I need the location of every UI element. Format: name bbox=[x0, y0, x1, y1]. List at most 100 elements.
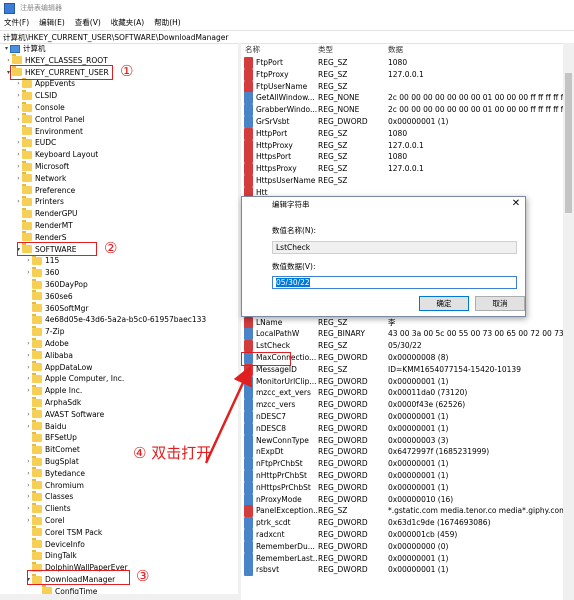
value-row[interactable]: MonitorUrlClip... REG_DWORD 0x00000001 (1) bbox=[241, 375, 563, 388]
address-path[interactable]: 计算机\HKEY_CURRENT_USER\SOFTWARE\DownloadM… bbox=[3, 32, 228, 43]
tree-node[interactable]: 360SoftMgr bbox=[25, 302, 88, 314]
value-row[interactable]: RememberLast... REG_DWORD 0x00000001 (1) bbox=[241, 552, 563, 565]
value-row[interactable]: GrSrVsbt REG_DWORD 0x00000001 (1) bbox=[241, 116, 563, 128]
tree-node[interactable]: 360se6 bbox=[25, 290, 73, 302]
menu-favorites[interactable]: 收藏夹(A) bbox=[111, 17, 144, 28]
tree-node[interactable]: › Alibaba bbox=[25, 349, 73, 361]
menu-edit[interactable]: 编辑(E) bbox=[39, 17, 65, 28]
tree-node[interactable]: › CLSID bbox=[15, 89, 57, 101]
chevron-right-icon[interactable]: › bbox=[15, 92, 22, 99]
value-row[interactable]: ptrk_scdt REG_DWORD 0x63d1c9de (1674693086… bbox=[241, 517, 563, 530]
tree-node[interactable]: › Chromium bbox=[25, 479, 84, 491]
tree-node[interactable]: › EUDC bbox=[15, 136, 56, 148]
column-header-name[interactable]: 名称 bbox=[245, 43, 260, 56]
tree-node[interactable]: BFSetUp bbox=[25, 431, 77, 443]
value-row[interactable]: HttpsProxy REG_SZ 127.0.0.1 bbox=[241, 163, 563, 176]
tree-node[interactable]: 7-Zip bbox=[25, 325, 64, 337]
value-row[interactable]: nDESC7 REG_DWORD 0x00000001 (1) bbox=[241, 411, 563, 423]
tree-node[interactable]: › AppDataLow bbox=[25, 361, 92, 373]
tree-node[interactable]: › Clients bbox=[25, 502, 71, 514]
value-name-field[interactable]: LstCheck bbox=[272, 241, 517, 254]
cancel-button[interactable]: 取消 bbox=[475, 296, 525, 311]
value-row[interactable]: PanelException... REG_SZ *.gstatic.com med… bbox=[241, 505, 563, 518]
value-row[interactable]: LocalPathW REG_BINARY 43 00 3a 00 5c 00 55… bbox=[241, 328, 563, 341]
value-row[interactable]: rsbsvt REG_DWORD 0x00000001 (1) bbox=[241, 564, 563, 577]
tree-node[interactable]: › Corel bbox=[25, 514, 64, 526]
tree-scrollbar[interactable] bbox=[0, 594, 238, 600]
value-row[interactable]: nDESC8 REG_DWORD 0x00000001 (1) bbox=[241, 422, 563, 435]
tree-node[interactable]: › Console bbox=[15, 101, 65, 113]
tree-node[interactable]: 360DayPop bbox=[25, 278, 88, 290]
value-row[interactable]: GetAllWindow... REG_NONE 2c 00 00 00 00 00… bbox=[241, 92, 563, 105]
chevron-right-icon[interactable]: › bbox=[25, 387, 32, 394]
value-row[interactable]: nExpDt REG_DWORD 0x6472997f (1685231999) bbox=[241, 446, 563, 459]
chevron-down-icon[interactable]: ▾ bbox=[3, 45, 10, 52]
scrollbar-thumb[interactable] bbox=[565, 73, 572, 213]
value-row[interactable]: LName REG_SZ 李 bbox=[241, 316, 563, 329]
tree-node[interactable]: › AppEvents bbox=[15, 77, 75, 89]
tree-node[interactable]: ArphaSdk bbox=[25, 396, 81, 408]
tree-node[interactable]: › 115 bbox=[25, 254, 59, 266]
tree-node[interactable]: DeviceInfo bbox=[25, 538, 85, 550]
tree-node[interactable]: › Keyboard Layout bbox=[15, 148, 98, 160]
chevron-right-icon[interactable]: › bbox=[15, 80, 22, 87]
tree-node[interactable]: Preference bbox=[15, 184, 75, 196]
value-row[interactable]: GrabberWindo... REG_NONE 2c 00 00 00 00 00… bbox=[241, 104, 563, 117]
column-header-data[interactable]: 数据 bbox=[388, 43, 403, 56]
tree-node[interactable]: › Classes bbox=[25, 490, 73, 502]
chevron-right-icon[interactable]: › bbox=[25, 257, 32, 264]
value-row[interactable]: HttpsUserName REG_SZ bbox=[241, 175, 563, 187]
chevron-right-icon[interactable]: › bbox=[5, 57, 12, 64]
value-row[interactable]: mzcc_ext_vers REG_DWORD 0x00011da0 (73120) bbox=[241, 387, 563, 400]
chevron-right-icon[interactable]: › bbox=[15, 139, 22, 146]
tree-node[interactable]: RenderMT bbox=[15, 219, 73, 231]
value-row[interactable]: HttpProxy REG_SZ 127.0.0.1 bbox=[241, 139, 563, 152]
chevron-right-icon[interactable]: › bbox=[25, 470, 32, 477]
address-bar[interactable]: 计算机\HKEY_CURRENT_USER\SOFTWARE\DownloadM… bbox=[0, 30, 574, 44]
tree-node[interactable]: › Control Panel bbox=[15, 113, 85, 125]
chevron-right-icon[interactable]: › bbox=[15, 151, 22, 158]
value-row[interactable]: nHttpsPrChbSt REG_DWORD 0x00000001 (1) bbox=[241, 481, 563, 494]
tree-node[interactable]: BitComet bbox=[25, 443, 80, 455]
chevron-right-icon[interactable]: › bbox=[15, 198, 22, 205]
value-row[interactable]: HttpsPort REG_SZ 1080 bbox=[241, 151, 563, 164]
value-row[interactable]: radxcnt REG_DWORD 0x000001cb (459) bbox=[241, 529, 563, 541]
column-header-type[interactable]: 类型 bbox=[318, 43, 333, 56]
chevron-right-icon[interactable]: › bbox=[25, 364, 32, 371]
tree-node[interactable]: Corel TSM Pack bbox=[25, 526, 102, 538]
tree-node[interactable]: › Apple Inc. bbox=[25, 384, 82, 396]
close-icon[interactable]: ✕ bbox=[510, 198, 522, 210]
chevron-right-icon[interactable]: › bbox=[15, 175, 22, 182]
value-row[interactable]: nFtpPrChbSt REG_DWORD 0x00000001 (1) bbox=[241, 458, 563, 471]
chevron-right-icon[interactable]: › bbox=[25, 269, 32, 276]
tree-node[interactable]: ▾ 计算机 bbox=[3, 43, 46, 54]
menu-help[interactable]: 帮助(H) bbox=[154, 17, 181, 28]
ok-button[interactable]: 确定 bbox=[419, 296, 469, 311]
menu-file[interactable]: 文件(F) bbox=[4, 17, 29, 28]
tree-node[interactable]: › Baidu bbox=[25, 420, 66, 432]
chevron-right-icon[interactable]: › bbox=[25, 505, 32, 512]
chevron-right-icon[interactable]: › bbox=[25, 340, 32, 347]
tree-node[interactable]: 4e68d05e-43d6-5a2a-b5c0-61957baec133 bbox=[25, 313, 206, 325]
tree-node[interactable]: › Microsoft bbox=[15, 160, 69, 172]
chevron-right-icon[interactable]: › bbox=[25, 375, 32, 382]
chevron-right-icon[interactable]: › bbox=[25, 482, 32, 489]
tree-node[interactable]: › 360 bbox=[25, 266, 59, 278]
values-scrollbar[interactable] bbox=[563, 43, 574, 600]
value-row[interactable]: RememberDu... REG_DWORD 0x00000000 (0) bbox=[241, 540, 563, 553]
value-row[interactable]: mzcc_vers REG_DWORD 0x0000f43e (62526) bbox=[241, 399, 563, 412]
chevron-right-icon[interactable]: › bbox=[25, 411, 32, 418]
chevron-right-icon[interactable]: › bbox=[25, 423, 32, 430]
menu-view[interactable]: 查看(V) bbox=[75, 17, 101, 28]
tree-node[interactable]: › Bytedance bbox=[25, 467, 85, 479]
chevron-right-icon[interactable]: › bbox=[15, 104, 22, 111]
tree-node[interactable]: DingTalk bbox=[25, 549, 77, 561]
chevron-right-icon[interactable]: › bbox=[15, 163, 22, 170]
value-row[interactable]: HttpPort REG_SZ 1080 bbox=[241, 127, 563, 140]
value-data-input[interactable]: 05/30/22 bbox=[272, 276, 517, 289]
value-row[interactable]: FtpProxy REG_SZ 127.0.0.1 bbox=[241, 68, 563, 81]
value-row[interactable]: nProxyMode REG_DWORD 0x00000010 (16) bbox=[241, 493, 563, 506]
chevron-right-icon[interactable]: › bbox=[25, 517, 32, 524]
chevron-right-icon[interactable]: › bbox=[25, 458, 32, 465]
chevron-right-icon[interactable]: › bbox=[25, 493, 32, 500]
